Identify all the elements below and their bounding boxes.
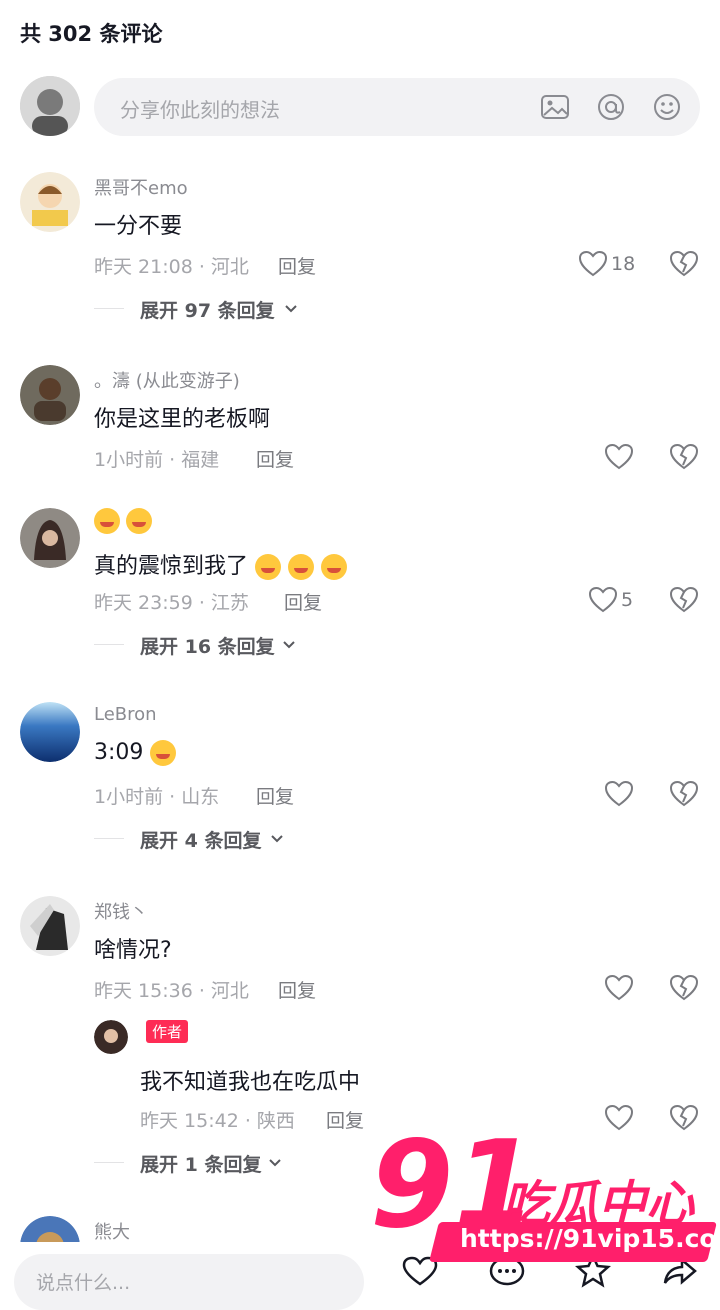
divider-line (94, 644, 124, 645)
bottom-comment-input[interactable]: 说点什么... (14, 1254, 364, 1310)
grinning-sweat-emoji-icon (150, 740, 177, 766)
comment-input[interactable]: 分享你此刻的想法 (94, 78, 700, 136)
thinking-emoji-icon (125, 508, 152, 534)
emoji-icon[interactable] (652, 92, 682, 122)
crying-laughing-emoji-icon (288, 554, 315, 580)
comment-text: 一分不要 (94, 214, 183, 239)
my-avatar[interactable] (20, 76, 80, 136)
reply-button[interactable]: 回复 (256, 445, 294, 472)
comment-author[interactable]: LeBron (94, 704, 157, 725)
avatar[interactable] (20, 365, 80, 425)
comment-time-location: 昨天 23:59 · 江苏 (94, 592, 249, 614)
broken-heart-icon[interactable] (669, 443, 699, 471)
divider-line (94, 1162, 124, 1163)
watermark-logo: 91 吃瓜中心 https://91vip15.com (370, 1126, 720, 1276)
comment-text: 3:09 (94, 740, 144, 765)
comment-time-location: 昨天 15:36 · 河北 (94, 980, 249, 1002)
comment-author[interactable]: 熊大 (94, 1218, 130, 1244)
chevron-down-icon (268, 1152, 282, 1176)
reply-time-location: 昨天 15:42 · 陕西 (140, 1110, 295, 1132)
broken-heart-icon[interactable] (669, 250, 699, 278)
broken-heart-icon[interactable] (669, 586, 699, 614)
divider-line (94, 308, 124, 309)
heart-icon[interactable] (578, 250, 608, 278)
reply-button[interactable]: 回复 (284, 588, 322, 615)
chevron-down-icon (284, 298, 298, 322)
reply-text: 我不知道我也在吃瓜中 (140, 1070, 361, 1095)
thinking-emoji-icon (94, 508, 120, 534)
expand-replies-label: 展开 16 条回复 (140, 636, 275, 658)
reply-button[interactable]: 回复 (256, 782, 294, 809)
comment-time-location: 昨天 21:08 · 河北 (94, 256, 249, 278)
expand-replies-label: 展开 97 条回复 (140, 300, 275, 322)
broken-heart-icon[interactable] (669, 974, 699, 1002)
avatar[interactable] (20, 896, 80, 956)
expand-replies-label: 展开 4 条回复 (140, 830, 262, 852)
heart-icon[interactable] (588, 586, 618, 614)
comment-text: 啥情况? (94, 938, 172, 963)
comment-text-wrap: 真的震惊到我了 (94, 548, 348, 580)
heart-icon[interactable] (604, 780, 634, 808)
comment-author[interactable]: 黑哥不emo (94, 174, 188, 200)
comment-input-row: 分享你此刻的想法 (20, 76, 700, 138)
expand-replies-label: 展开 1 条回复 (140, 1154, 262, 1176)
author-badge: 作者 (146, 1020, 189, 1043)
crying-laughing-emoji-icon (255, 554, 282, 580)
crying-laughing-emoji-icon (321, 554, 348, 580)
author-avatar[interactable] (94, 1020, 128, 1054)
emoji-name (94, 508, 152, 534)
reply-button[interactable]: 回复 (278, 252, 316, 279)
comment-time-location: 1小时前 · 福建 (94, 449, 220, 471)
divider-line (94, 838, 124, 839)
image-icon[interactable] (540, 92, 570, 122)
avatar[interactable] (20, 172, 80, 232)
comment-count-title: 共 302 条评论 (20, 22, 163, 46)
comment-input-placeholder: 分享你此刻的想法 (120, 98, 280, 122)
heart-icon[interactable] (604, 974, 634, 1002)
reply-button[interactable]: 回复 (278, 976, 316, 1003)
avatar[interactable] (20, 702, 80, 762)
comment-text: 你是这里的老板啊 (94, 407, 271, 432)
like-count: 18 (611, 253, 636, 275)
watermark-url: https://91vip15.com (460, 1224, 720, 1253)
comment-text-wrap: 3:09 (94, 740, 177, 766)
bottom-input-placeholder: 说点什么... (36, 1272, 131, 1294)
heart-icon[interactable] (604, 443, 634, 471)
comment-time-location: 1小时前 · 山东 (94, 786, 220, 808)
chevron-down-icon (270, 828, 284, 852)
avatar[interactable] (20, 508, 80, 568)
comment-text: 真的震惊到我了 (94, 554, 249, 579)
like-count: 5 (621, 589, 634, 611)
comment-author[interactable]: 。濤 (从此变游子) (94, 367, 240, 393)
comment-author[interactable]: 郑钱丶 (94, 898, 148, 924)
at-icon[interactable] (596, 92, 626, 122)
reply-button[interactable]: 回复 (326, 1106, 364, 1133)
broken-heart-icon[interactable] (669, 780, 699, 808)
chevron-down-icon (282, 634, 296, 658)
